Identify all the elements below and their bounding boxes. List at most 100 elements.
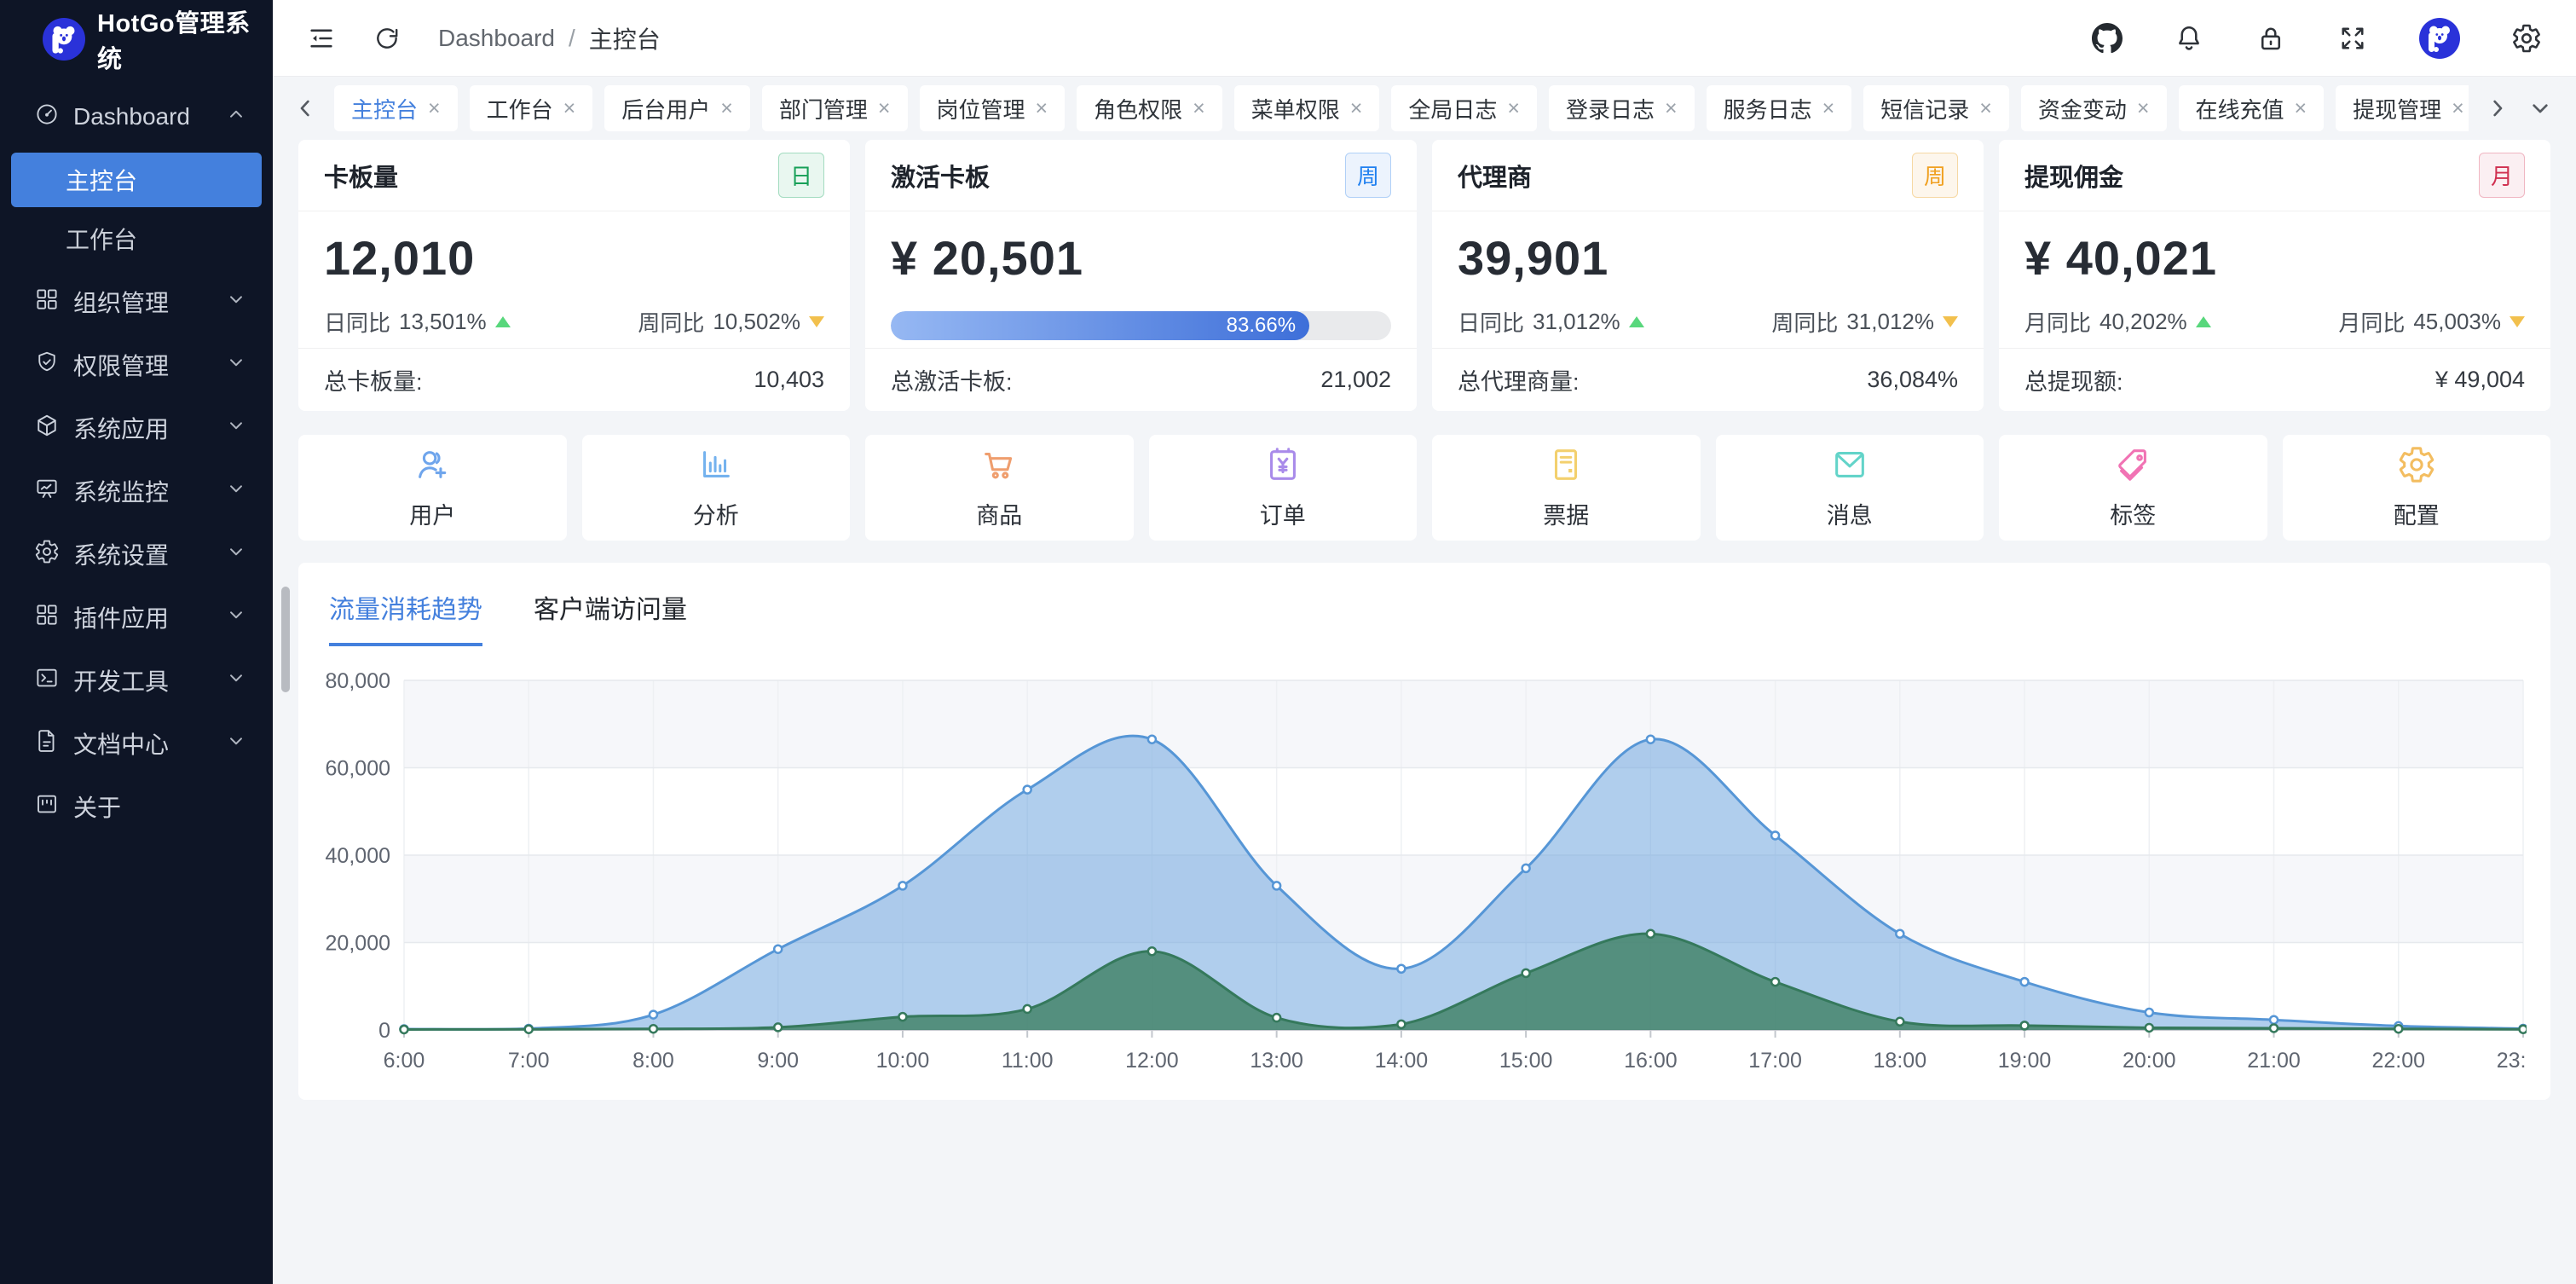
close-icon[interactable]: × <box>2137 98 2150 119</box>
shortcut-message[interactable]: 消息 <box>1716 435 1984 541</box>
close-icon[interactable]: × <box>1979 98 1992 119</box>
close-icon[interactable]: × <box>563 98 576 119</box>
stat-card-title: 激活卡板 <box>891 158 990 194</box>
stat-card-footer: 总提现额:¥ 49,004 <box>1999 348 2550 411</box>
menu-fold-icon[interactable] <box>307 24 336 53</box>
shortcut-goods[interactable]: 商品 <box>865 435 1134 541</box>
svg-text:16:00: 16:00 <box>1624 1049 1678 1073</box>
shield-icon <box>34 350 60 381</box>
close-icon[interactable]: × <box>1193 98 1205 119</box>
close-icon[interactable]: × <box>2452 98 2464 119</box>
shortcut-label: 配置 <box>2394 497 2440 530</box>
sidebar-subitem-console[interactable]: 主控台 <box>11 153 262 207</box>
stat-value: 12,010 <box>324 230 824 286</box>
sidebar-item-docs[interactable]: 文档中心 <box>0 712 273 775</box>
stat-card-body: 12,010日同比13,501%周同比10,502% <box>298 211 850 348</box>
tab-sms[interactable]: 短信记录× <box>1863 85 2009 131</box>
stat-footer-label: 总卡板量: <box>324 363 423 396</box>
sidebar-item-about[interactable]: 关于 <box>0 775 273 838</box>
shortcut-invoice[interactable]: 票据 <box>1432 435 1701 541</box>
sidebar-item-devtool[interactable]: 开发工具 <box>0 649 273 712</box>
shortcut-users[interactable]: 用户 <box>298 435 567 541</box>
breadcrumb-root[interactable]: Dashboard <box>438 25 555 52</box>
close-icon[interactable]: × <box>1822 98 1835 119</box>
tab-post[interactable]: 岗位管理× <box>920 85 1066 131</box>
scrollbar-thumb[interactable] <box>281 587 290 692</box>
topbar: Dashboard / 主控台 <box>273 0 2576 77</box>
tabs-prev-icon[interactable] <box>292 95 319 122</box>
tab-role[interactable]: 角色权限× <box>1077 85 1222 131</box>
tab-dept[interactable]: 部门管理 × <box>762 85 908 131</box>
close-icon[interactable]: × <box>720 98 733 119</box>
svg-text:21:00: 21:00 <box>2247 1049 2301 1073</box>
fullscreen-icon[interactable] <box>2337 23 2368 54</box>
shortcut-config[interactable]: 配置 <box>2283 435 2551 541</box>
tabs-more-icon[interactable] <box>2527 95 2554 122</box>
period-badge[interactable]: 日 <box>778 153 824 198</box>
tab-withdraw[interactable]: 提现管理× <box>2336 85 2469 131</box>
tab-funds[interactable]: 资金变动× <box>2021 85 2167 131</box>
shortcut-orders[interactable]: 订单 <box>1149 435 1418 541</box>
close-icon[interactable]: × <box>1507 98 1520 119</box>
period-badge[interactable]: 周 <box>1345 153 1391 198</box>
lock-icon[interactable] <box>2255 23 2286 54</box>
tab-console[interactable]: 主控台× <box>334 85 458 131</box>
refresh-icon[interactable] <box>373 25 401 52</box>
close-icon[interactable]: × <box>1350 98 1363 119</box>
stat-card-header: 激活卡板 周 <box>865 140 1417 211</box>
period-badge[interactable]: 周 <box>1912 153 1958 198</box>
sidebar-item-sysapp[interactable]: 系统应用 <box>0 396 273 460</box>
close-icon[interactable]: × <box>2295 98 2307 119</box>
chart-tab-traffic[interactable]: 流量消耗趋势 <box>329 588 482 646</box>
shortcut-tags[interactable]: 标签 <box>1999 435 2267 541</box>
grid-icon <box>34 602 60 633</box>
shortcut-analysis[interactable]: 分析 <box>582 435 851 541</box>
tab-menuperm[interactable]: 菜单权限× <box>1234 85 1380 131</box>
tab-globallog[interactable]: 全局日志× <box>1391 85 1537 131</box>
trend-down-icon <box>2510 316 2525 327</box>
trend-value: 45,003% <box>2413 309 2501 335</box>
trend-down: 周同比 10,502% <box>638 306 824 338</box>
sidebar-item-dashboard[interactable]: Dashboard <box>0 85 273 148</box>
logo[interactable]: HotGo管理系统 <box>0 0 273 78</box>
close-icon[interactable]: × <box>428 98 441 119</box>
svg-text:60,000: 60,000 <box>326 757 390 781</box>
bell-icon[interactable] <box>2174 23 2204 54</box>
tab-label: 部门管理 <box>779 93 868 124</box>
tab-admins[interactable]: 后台用户× <box>604 85 750 131</box>
sidebar-item-label: 组织管理 <box>73 285 211 319</box>
sidebar-item-org[interactable]: 组织管理 <box>0 270 273 333</box>
tab-recharge[interactable]: 在线充值× <box>2179 85 2325 131</box>
trend-value: 10,502% <box>713 309 800 335</box>
sidebar-item-sysmon[interactable]: 系统监控 <box>0 460 273 523</box>
chart-svg: 020,00040,00060,00080,0006:007:008:009:0… <box>322 668 2527 1078</box>
settings-icon[interactable] <box>2511 23 2542 54</box>
svg-text:8:00: 8:00 <box>632 1049 674 1073</box>
tab-workbench[interactable]: 工作台× <box>470 85 593 131</box>
shortcut-label: 用户 <box>409 497 455 530</box>
trend-label: 周同比 <box>638 306 704 338</box>
stat-footer-value: ¥ 49,004 <box>2435 367 2525 393</box>
sidebar-subitem-workbench[interactable]: 工作台 <box>11 211 262 266</box>
tab-loginlog[interactable]: 登录日志× <box>1549 85 1695 131</box>
github-icon[interactable] <box>2092 23 2123 54</box>
sidebar-item-plugin[interactable]: 插件应用 <box>0 586 273 649</box>
svg-text:80,000: 80,000 <box>326 669 390 693</box>
tab-servlog[interactable]: 服务日志× <box>1707 85 1852 131</box>
close-icon[interactable]: × <box>1036 98 1048 119</box>
icon-mail-icon <box>1830 445 1869 489</box>
sidebar-item-perm[interactable]: 权限管理 <box>0 333 273 396</box>
chart-tab-clients[interactable]: 客户端访问量 <box>534 588 687 646</box>
avatar[interactable] <box>2419 18 2460 59</box>
sidebar-item-label: Dashboard <box>73 103 211 130</box>
shortcut-label: 订单 <box>1260 497 1306 530</box>
period-badge[interactable]: 月 <box>2479 153 2525 198</box>
tabs-next-icon[interactable] <box>2484 95 2511 122</box>
trend-value: 31,012% <box>1846 309 1934 335</box>
svg-text:7:00: 7:00 <box>508 1049 550 1073</box>
close-icon[interactable]: × <box>878 98 891 119</box>
stat-card-header: 代理商周 <box>1432 140 1984 211</box>
chevron-down-icon <box>225 604 247 632</box>
sidebar-item-sysset[interactable]: 系统设置 <box>0 523 273 586</box>
close-icon[interactable]: × <box>1665 98 1678 119</box>
